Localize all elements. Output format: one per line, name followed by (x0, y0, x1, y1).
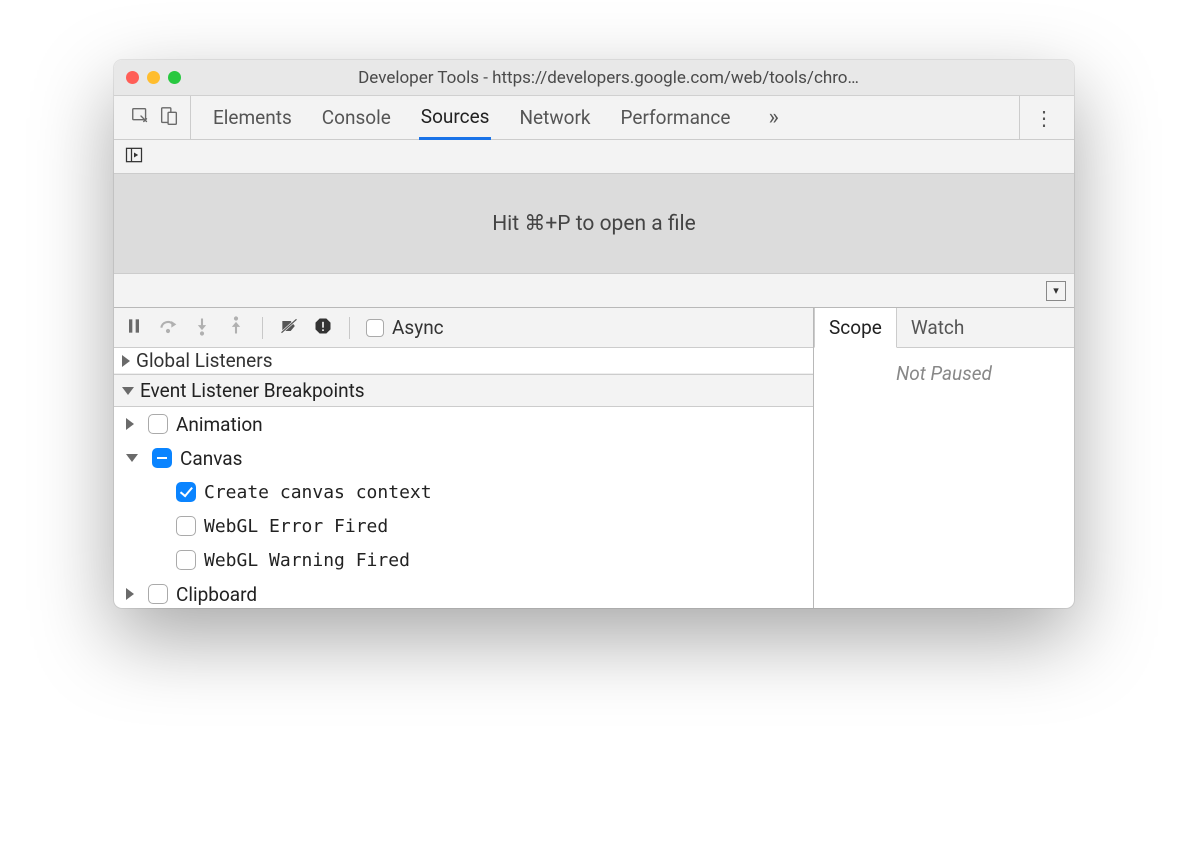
step-out-icon[interactable] (226, 316, 246, 340)
kebab-menu-icon[interactable]: ⋮ (1019, 96, 1068, 139)
webgl-error-checkbox[interactable] (176, 516, 196, 536)
clipboard-checkbox[interactable] (148, 584, 168, 604)
webgl-warning-checkbox[interactable] (176, 550, 196, 570)
tab-performance[interactable]: Performance (619, 97, 733, 138)
close-window-button[interactable] (126, 71, 139, 84)
async-checkbox[interactable] (366, 319, 384, 337)
section-event-listener-breakpoints[interactable]: Event Listener Breakpoints (114, 374, 813, 407)
open-file-hint: Hit ⌘+P to open a file (114, 174, 1074, 274)
titlebar: Developer Tools - https://developers.goo… (114, 60, 1074, 96)
panel-tabbar: Elements Console Sources Network Perform… (114, 96, 1074, 140)
device-toggle-icon[interactable] (158, 105, 180, 131)
maximize-window-button[interactable] (168, 71, 181, 84)
devtools-window: Developer Tools - https://developers.goo… (114, 60, 1074, 608)
tab-watch[interactable]: Watch (897, 308, 979, 347)
category-clipboard[interactable]: Clipboard (114, 577, 813, 608)
hint-text: Hit ⌘+P to open a file (492, 211, 696, 236)
section-global-listeners[interactable]: Global Listeners (114, 348, 813, 374)
collapse-drawer-icon[interactable]: ▾ (1046, 281, 1066, 301)
window-title: Developer Tools - https://developers.goo… (195, 68, 1062, 88)
debugger-left-pane: Async Global Listeners Event Listener Br… (114, 308, 814, 608)
step-over-icon[interactable] (158, 316, 178, 340)
deactivate-breakpoints-icon[interactable] (279, 316, 299, 340)
pause-icon[interactable] (124, 316, 144, 340)
breakpoint-create-canvas-context[interactable]: Create canvas context (114, 475, 813, 509)
pause-exceptions-icon[interactable] (313, 316, 333, 340)
sources-subbar (114, 140, 1074, 174)
create-canvas-checkbox[interactable] (176, 482, 196, 502)
minimize-window-button[interactable] (147, 71, 160, 84)
category-animation[interactable]: Animation (114, 407, 813, 441)
right-tabs: Scope Watch (814, 308, 1074, 348)
traffic-lights (126, 71, 181, 84)
expand-icon (122, 355, 130, 367)
collapse-icon (122, 387, 134, 395)
canvas-checkbox[interactable] (152, 448, 172, 468)
tab-network[interactable]: Network (517, 97, 592, 138)
debugger-right-pane: Scope Watch Not Paused (814, 308, 1074, 608)
debugger-split: Async Global Listeners Event Listener Br… (114, 308, 1074, 608)
hint-footer: ▾ (114, 274, 1074, 308)
expand-icon (126, 418, 134, 430)
tab-console[interactable]: Console (320, 97, 393, 138)
async-toggle[interactable]: Async (366, 316, 444, 339)
collapse-icon (126, 454, 138, 462)
animation-checkbox[interactable] (148, 414, 168, 434)
tab-scope[interactable]: Scope (814, 308, 897, 348)
debugger-toolbar: Async (114, 308, 813, 348)
category-canvas[interactable]: Canvas (114, 441, 813, 475)
tab-sources[interactable]: Sources (419, 96, 492, 140)
expand-icon (126, 588, 134, 600)
show-navigator-icon[interactable] (124, 145, 144, 169)
breakpoint-webgl-warning[interactable]: WebGL Warning Fired (114, 543, 813, 577)
not-paused-label: Not Paused (896, 362, 992, 385)
async-label: Async (392, 316, 444, 339)
tab-elements[interactable]: Elements (211, 97, 294, 138)
more-tabs-button[interactable]: » (758, 105, 788, 130)
step-into-icon[interactable] (192, 316, 212, 340)
inspect-icon[interactable] (130, 105, 152, 131)
breakpoint-webgl-error[interactable]: WebGL Error Fired (114, 509, 813, 543)
breakpoints-tree: Global Listeners Event Listener Breakpoi… (114, 348, 813, 608)
